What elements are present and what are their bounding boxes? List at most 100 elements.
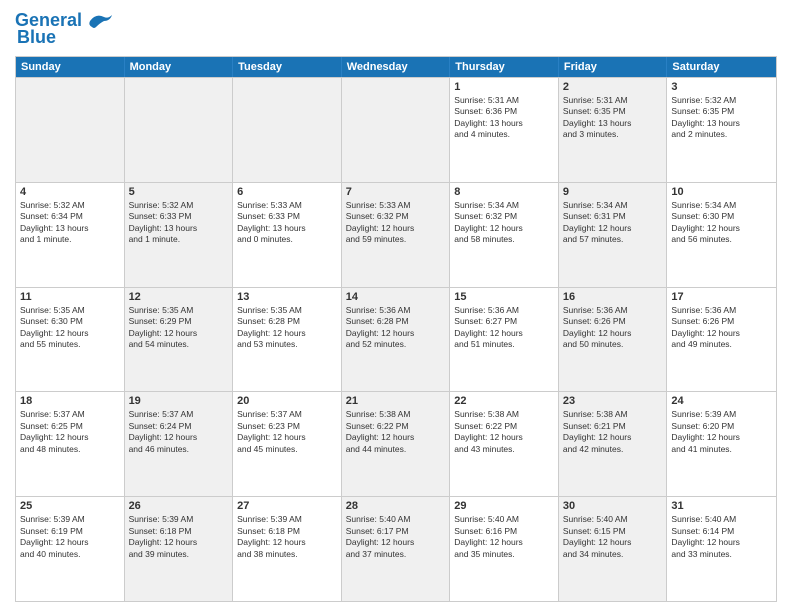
day-number: 3 [671,81,772,93]
day-cell-15: 15 Sunrise: 5:36 AM Sunset: 6:27 PM Dayli… [450,288,559,392]
day-info: Sunrise: 5:32 AM Sunset: 6:33 PM Dayligh… [129,200,229,246]
day-number: 17 [671,291,772,303]
day-info: Sunrise: 5:39 AM Sunset: 6:19 PM Dayligh… [20,514,120,560]
empty-cell-r0c2 [233,78,342,182]
logo-blue-text: Blue [17,27,56,48]
day-number: 27 [237,500,337,512]
day-info: Sunrise: 5:35 AM Sunset: 6:28 PM Dayligh… [237,305,337,351]
day-info: Sunrise: 5:33 AM Sunset: 6:32 PM Dayligh… [346,200,446,246]
day-info: Sunrise: 5:39 AM Sunset: 6:18 PM Dayligh… [237,514,337,560]
day-info: Sunrise: 5:39 AM Sunset: 6:20 PM Dayligh… [671,409,772,455]
day-cell-24: 24Sunrise: 5:39 AM Sunset: 6:20 PM Dayli… [667,392,776,496]
page: General Blue SundayMondayTuesdayWednesda… [0,0,792,612]
day-cell-14: 14Sunrise: 5:36 AM Sunset: 6:28 PM Dayli… [342,288,451,392]
day-cell-16: 16 Sunrise: 5:36 AM Sunset: 6:26 PM Dayli… [559,288,668,392]
weekday-header-sunday: Sunday [16,57,125,77]
day-info: Sunrise: 5:36 AM Sunset: 6:27 PM Dayligh… [454,305,554,351]
day-cell-18: 18Sunrise: 5:37 AM Sunset: 6:25 PM Dayli… [16,392,125,496]
day-number: 12 [129,291,229,303]
day-number: 7 [346,186,446,198]
day-info: Sunrise: 5:36 AM Sunset: 6:26 PM Dayligh… [671,305,772,351]
weekday-header-monday: Monday [125,57,234,77]
weekday-header-tuesday: Tuesday [233,57,342,77]
day-info: Sunrise: 5:34 AM Sunset: 6:32 PM Dayligh… [454,200,554,246]
calendar-row-2: 4 Sunrise: 5:32 AM Sunset: 6:34 PM Daylig… [16,182,776,287]
calendar-row-5: 25Sunrise: 5:39 AM Sunset: 6:19 PM Dayli… [16,496,776,601]
day-cell-11: 11Sunrise: 5:35 AM Sunset: 6:30 PM Dayli… [16,288,125,392]
weekday-header-saturday: Saturday [667,57,776,77]
day-info: Sunrise: 5:38 AM Sunset: 6:22 PM Dayligh… [346,409,446,455]
day-cell-17: 17 Sunrise: 5:36 AM Sunset: 6:26 PM Dayli… [667,288,776,392]
day-cell-29: 29 Sunrise: 5:40 AM Sunset: 6:16 PM Dayli… [450,497,559,601]
day-cell-31: 31 Sunrise: 5:40 AM Sunset: 6:14 PM Dayli… [667,497,776,601]
day-cell-21: 21Sunrise: 5:38 AM Sunset: 6:22 PM Dayli… [342,392,451,496]
day-info: Sunrise: 5:36 AM Sunset: 6:26 PM Dayligh… [563,305,663,351]
day-number: 29 [454,500,554,512]
day-cell-22: 22 Sunrise: 5:38 AM Sunset: 6:22 PM Dayli… [450,392,559,496]
day-number: 26 [129,500,229,512]
day-info: Sunrise: 5:40 AM Sunset: 6:16 PM Dayligh… [454,514,554,560]
day-number: 30 [563,500,663,512]
calendar: SundayMondayTuesdayWednesdayThursdayFrid… [15,56,777,602]
weekday-header-friday: Friday [559,57,668,77]
empty-cell-r0c1 [125,78,234,182]
day-cell-19: 19 Sunrise: 5:37 AM Sunset: 6:24 PM Dayli… [125,392,234,496]
day-info: Sunrise: 5:40 AM Sunset: 6:17 PM Dayligh… [346,514,446,560]
day-info: Sunrise: 5:37 AM Sunset: 6:24 PM Dayligh… [129,409,229,455]
day-number: 28 [346,500,446,512]
day-cell-6: 6 Sunrise: 5:33 AM Sunset: 6:33 PM Daylig… [233,183,342,287]
day-number: 13 [237,291,337,303]
calendar-body: 1 Sunrise: 5:31 AM Sunset: 6:36 PM Daylig… [16,77,776,601]
day-number: 9 [563,186,663,198]
day-info: Sunrise: 5:31 AM Sunset: 6:36 PM Dayligh… [454,95,554,141]
day-info: Sunrise: 5:40 AM Sunset: 6:14 PM Dayligh… [671,514,772,560]
logo: General Blue [15,10,114,48]
day-info: Sunrise: 5:38 AM Sunset: 6:21 PM Dayligh… [563,409,663,455]
day-number: 31 [671,500,772,512]
day-number: 23 [563,395,663,407]
day-cell-23: 23 Sunrise: 5:38 AM Sunset: 6:21 PM Dayli… [559,392,668,496]
day-info: Sunrise: 5:39 AM Sunset: 6:18 PM Dayligh… [129,514,229,560]
day-number: 15 [454,291,554,303]
calendar-row-1: 1 Sunrise: 5:31 AM Sunset: 6:36 PM Daylig… [16,77,776,182]
weekday-header-thursday: Thursday [450,57,559,77]
day-number: 16 [563,291,663,303]
day-info: Sunrise: 5:31 AM Sunset: 6:35 PM Dayligh… [563,95,663,141]
day-cell-13: 13 Sunrise: 5:35 AM Sunset: 6:28 PM Dayli… [233,288,342,392]
calendar-row-3: 11Sunrise: 5:35 AM Sunset: 6:30 PM Dayli… [16,287,776,392]
day-number: 4 [20,186,120,198]
day-info: Sunrise: 5:36 AM Sunset: 6:28 PM Dayligh… [346,305,446,351]
day-info: Sunrise: 5:35 AM Sunset: 6:30 PM Dayligh… [20,305,120,351]
day-number: 20 [237,395,337,407]
day-number: 19 [129,395,229,407]
day-cell-28: 28 Sunrise: 5:40 AM Sunset: 6:17 PM Dayli… [342,497,451,601]
empty-cell-r0c3 [342,78,451,182]
day-cell-26: 26 Sunrise: 5:39 AM Sunset: 6:18 PM Dayli… [125,497,234,601]
day-cell-1: 1 Sunrise: 5:31 AM Sunset: 6:36 PM Daylig… [450,78,559,182]
day-info: Sunrise: 5:37 AM Sunset: 6:23 PM Dayligh… [237,409,337,455]
day-cell-7: 7 Sunrise: 5:33 AM Sunset: 6:32 PM Daylig… [342,183,451,287]
day-cell-12: 12 Sunrise: 5:35 AM Sunset: 6:29 PM Dayli… [125,288,234,392]
day-number: 18 [20,395,120,407]
day-info: Sunrise: 5:38 AM Sunset: 6:22 PM Dayligh… [454,409,554,455]
day-info: Sunrise: 5:32 AM Sunset: 6:34 PM Dayligh… [20,200,120,246]
day-info: Sunrise: 5:35 AM Sunset: 6:29 PM Dayligh… [129,305,229,351]
day-number: 8 [454,186,554,198]
day-cell-20: 20 Sunrise: 5:37 AM Sunset: 6:23 PM Dayli… [233,392,342,496]
weekday-header-wednesday: Wednesday [342,57,451,77]
day-info: Sunrise: 5:34 AM Sunset: 6:30 PM Dayligh… [671,200,772,246]
day-info: Sunrise: 5:33 AM Sunset: 6:33 PM Dayligh… [237,200,337,246]
calendar-row-4: 18Sunrise: 5:37 AM Sunset: 6:25 PM Dayli… [16,391,776,496]
logo-bird-icon [86,11,114,31]
day-number: 10 [671,186,772,198]
day-cell-4: 4 Sunrise: 5:32 AM Sunset: 6:34 PM Daylig… [16,183,125,287]
day-number: 2 [563,81,663,93]
day-number: 1 [454,81,554,93]
day-cell-25: 25Sunrise: 5:39 AM Sunset: 6:19 PM Dayli… [16,497,125,601]
day-cell-10: 10 Sunrise: 5:34 AM Sunset: 6:30 PM Dayli… [667,183,776,287]
day-number: 22 [454,395,554,407]
day-cell-3: 3 Sunrise: 5:32 AM Sunset: 6:35 PM Daylig… [667,78,776,182]
day-cell-30: 30Sunrise: 5:40 AM Sunset: 6:15 PM Dayli… [559,497,668,601]
day-number: 6 [237,186,337,198]
day-info: Sunrise: 5:32 AM Sunset: 6:35 PM Dayligh… [671,95,772,141]
